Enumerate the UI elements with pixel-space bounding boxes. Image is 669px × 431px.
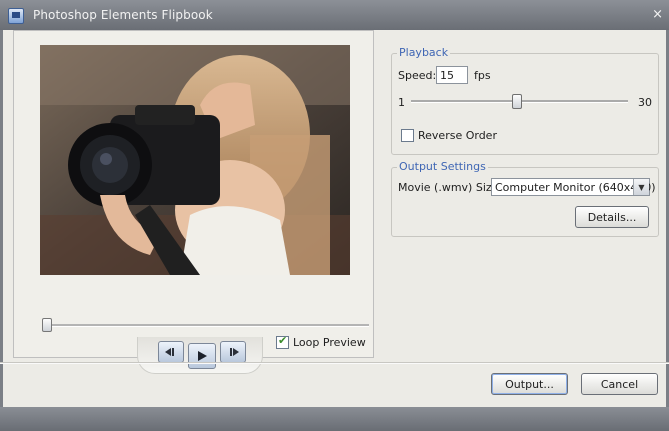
play-icon	[198, 351, 207, 361]
preview-photo-graphic	[40, 45, 350, 275]
movie-size-label: Movie (.wmv) Size:	[398, 181, 503, 194]
title-bar[interactable]: Photoshop Elements Flipbook ×	[0, 0, 669, 30]
speed-label: Speed:	[398, 69, 437, 82]
speed-unit-label: fps	[474, 69, 491, 82]
step-back-icon	[165, 348, 174, 356]
speed-slider-min-label: 1	[398, 96, 405, 109]
details-button[interactable]: Details...	[575, 206, 649, 228]
reverse-order-label: Reverse Order	[418, 129, 497, 142]
close-icon[interactable]: ×	[652, 7, 663, 22]
preview-image	[40, 45, 350, 275]
movie-size-dropdown[interactable]: Computer Monitor (640x480) ▼	[491, 178, 656, 196]
frame-timeline-track[interactable]	[44, 324, 369, 327]
window-frame-left	[0, 30, 3, 407]
footer-divider	[0, 362, 669, 364]
preview-pane: ✔ Loop Preview	[13, 30, 374, 374]
loop-preview-checkbox[interactable]: ✔	[276, 334, 289, 349]
step-forward-icon	[230, 348, 239, 356]
speed-slider-thumb[interactable]	[512, 94, 522, 109]
flipbook-dialog: Photoshop Elements Flipbook × ✔ Loop Pre…	[0, 0, 669, 431]
checkmark-icon: ✔	[278, 334, 288, 347]
chevron-down-icon[interactable]: ▼	[633, 179, 649, 195]
movie-size-value: Computer Monitor (640x480)	[495, 181, 656, 194]
transport-controls	[137, 337, 263, 374]
reverse-order-checkbox[interactable]	[401, 129, 414, 142]
frame-scrubber-handle[interactable]	[42, 318, 52, 332]
window-title: Photoshop Elements Flipbook	[33, 8, 213, 22]
output-button[interactable]: Output...	[491, 373, 568, 395]
output-settings-group-title: Output Settings	[397, 160, 488, 173]
window-bottom-frame	[0, 407, 669, 431]
flipbook-app-icon	[8, 8, 24, 24]
step-forward-button[interactable]	[220, 341, 246, 363]
playback-group-title: Playback	[397, 46, 451, 59]
speed-input[interactable]: 15	[436, 66, 468, 84]
cancel-button[interactable]: Cancel	[581, 373, 658, 395]
step-back-button[interactable]	[158, 341, 184, 363]
loop-preview-label: Loop Preview	[293, 336, 366, 349]
play-button[interactable]	[188, 343, 216, 369]
speed-slider-max-label: 30	[638, 96, 652, 109]
